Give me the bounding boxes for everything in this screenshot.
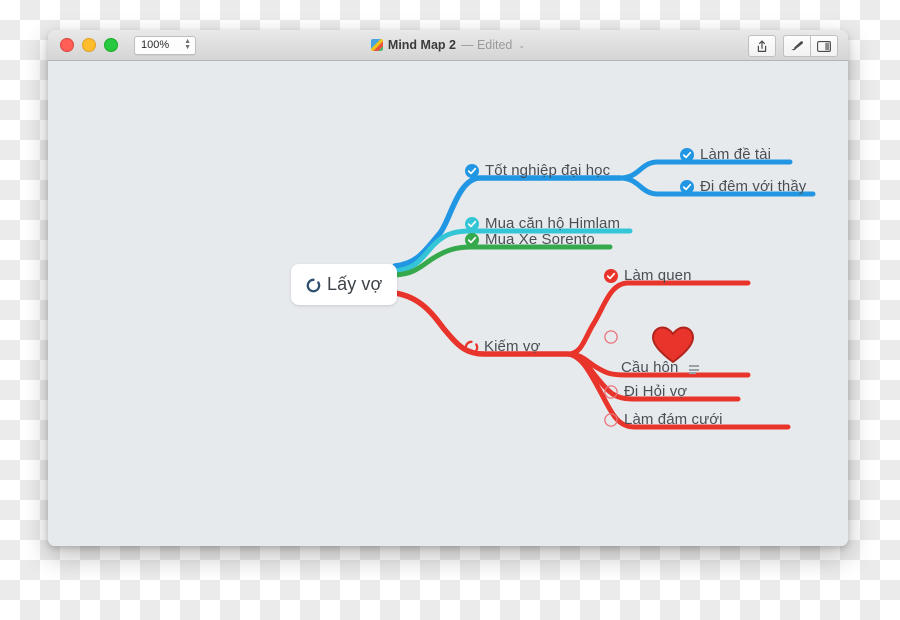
node-lam-de-tai[interactable]: Làm đề tài	[680, 146, 771, 163]
note-icon[interactable]	[689, 365, 700, 374]
progress-ring-glyph	[306, 278, 321, 292]
node-central-lay-vo[interactable]: Lấy vợ	[291, 264, 398, 305]
note-line	[689, 368, 700, 371]
check-circle-glyph	[680, 147, 694, 162]
check-circle-glyph	[680, 179, 694, 194]
check-filled-icon[interactable]	[465, 216, 479, 231]
node-label-kiem-vo: Kiếm vợ	[484, 338, 541, 355]
minimize-button[interactable]	[82, 38, 96, 52]
empty-circle-glyph	[604, 412, 618, 427]
node-heart-image[interactable]	[604, 330, 618, 344]
sidebar-toggle-button[interactable]	[810, 35, 838, 57]
empty-circle-glyph	[604, 384, 618, 399]
check-filled-icon[interactable]	[680, 179, 694, 194]
node-lam-dam-cuoi[interactable]: Làm đám cưới	[604, 411, 723, 428]
check-filled-icon[interactable]	[465, 163, 479, 178]
progress-ring-icon[interactable]	[306, 278, 321, 292]
node-di-dem-voi-thay[interactable]: Đi đêm với thầy	[680, 178, 806, 195]
check-circle-glyph	[465, 163, 479, 178]
node-label-lam-de-tai: Làm đề tài	[700, 146, 772, 163]
check-filled-icon[interactable]	[604, 268, 618, 283]
empty-ring-icon[interactable]	[604, 330, 618, 344]
check-circle-glyph	[465, 216, 479, 231]
node-mua-xe-sorento[interactable]: Mua Xe Sorento	[465, 231, 595, 248]
mindmap-canvas[interactable]: Lấy vợ Tốt nghiệp đại học Làm đề tài Đi …	[48, 61, 848, 546]
app-window: 100% ▲ ▼ Mind Map 2 — Edited ⌄ Lấy vợ Tố…	[48, 30, 848, 546]
document-icon	[370, 39, 383, 51]
mindmap-branch-lines	[392, 159, 816, 430]
format-brush-button[interactable]	[783, 35, 810, 57]
branch-line-lam-de-tai	[617, 159, 793, 181]
node-mua-can-ho-himlam[interactable]: Mua căn hộ Himlam	[465, 215, 620, 232]
check-filled-icon[interactable]	[465, 232, 479, 247]
empty-circle-glyph	[604, 330, 618, 344]
zoom-button[interactable]	[104, 38, 118, 52]
node-label-mua-xe: Mua Xe Sorento	[485, 231, 595, 248]
empty-ring-icon[interactable]	[604, 384, 618, 399]
node-label-di-hoi-vo: Đi Hỏi vợ	[624, 383, 688, 400]
window-titlebar: 100% ▲ ▼ Mind Map 2 — Edited ⌄	[48, 30, 848, 61]
share-button[interactable]	[748, 35, 776, 57]
node-label-di-dem-voi-thay: Đi đêm với thầy	[700, 178, 807, 195]
node-tot-nghiep-dai-hoc[interactable]: Tốt nghiệp đại học	[465, 162, 610, 179]
zoom-level-combobox[interactable]: 100% ▲ ▼	[134, 35, 196, 55]
node-label-tot-nghiep: Tốt nghiệp đại học	[485, 162, 611, 179]
progress-ring-icon[interactable]	[464, 340, 479, 354]
stepper-down-icon[interactable]: ▼	[184, 44, 191, 51]
node-label-lam-quen: Làm quen	[624, 267, 692, 284]
check-circle-glyph	[465, 232, 479, 247]
node-label-mua-can-ho: Mua căn hộ Himlam	[485, 215, 621, 232]
titlebar-toolbar	[748, 35, 838, 57]
stepper-arrows-icon[interactable]: ▲ ▼	[184, 38, 191, 51]
document-title: Mind Map 2	[387, 38, 456, 52]
node-label-cau-hon: Cầu hôn	[621, 359, 679, 376]
close-button[interactable]	[60, 38, 74, 52]
node-cau-hon[interactable]: Cầu hôn	[621, 359, 700, 376]
progress-ring-glyph	[464, 340, 479, 354]
zoom-level-value: 100%	[141, 38, 170, 51]
share-icon	[757, 40, 767, 52]
brush-icon	[791, 41, 804, 51]
sidebar-icon	[817, 40, 831, 52]
empty-ring-icon[interactable]	[604, 412, 618, 427]
note-line	[689, 372, 697, 374]
traffic-light-group	[60, 38, 118, 52]
note-line	[689, 365, 700, 367]
node-label-lam-dam-cuoi: Làm đám cưới	[624, 411, 723, 428]
check-filled-icon[interactable]	[680, 147, 694, 162]
node-lam-quen[interactable]: Làm quen	[604, 267, 692, 284]
chevron-down-icon[interactable]: ⌄	[518, 41, 525, 50]
node-di-hoi-vo[interactable]: Đi Hỏi vợ	[604, 383, 687, 400]
node-kiem-vo[interactable]: Kiếm vợ	[464, 338, 540, 355]
right-tool-group	[783, 35, 838, 57]
document-edited-status: — Edited	[460, 38, 513, 52]
check-circle-glyph	[604, 268, 618, 283]
node-label-central: Lấy vợ	[327, 274, 383, 294]
